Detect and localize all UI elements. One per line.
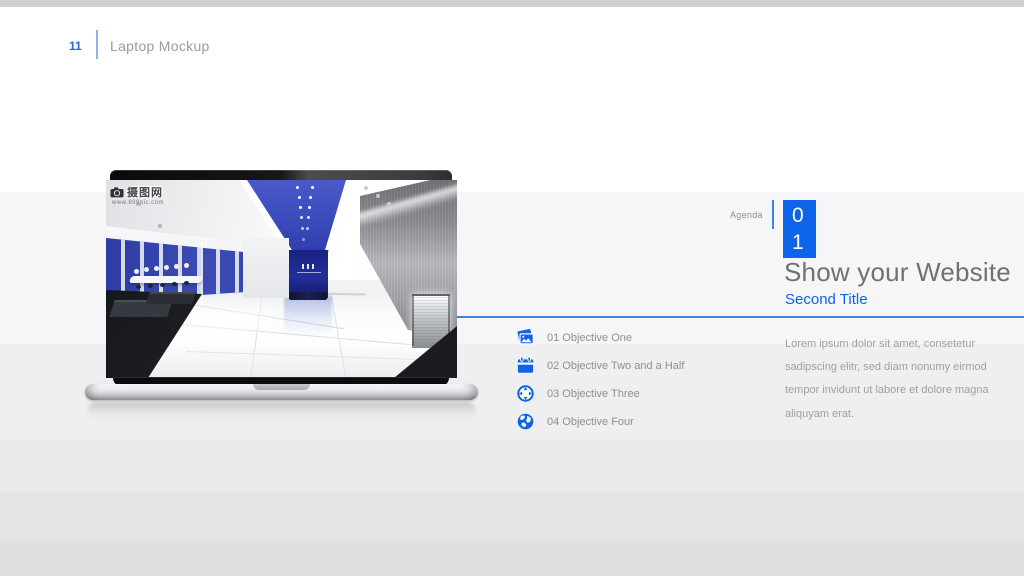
camera-icon — [110, 186, 124, 197]
objective-label: 03 Objective Three — [547, 387, 640, 400]
body-paragraph: Lorem ipsum dolor sit amet, consetetur s… — [785, 333, 989, 426]
paragraph-line: aliquyam erat. — [785, 407, 855, 420]
laptop-mockup: 摄图网 www.699pic.com — [85, 158, 478, 433]
header-divider — [96, 30, 98, 59]
globe-icon — [516, 412, 535, 431]
target-icon — [516, 384, 535, 403]
objective-item: 03 Objective Three — [516, 384, 684, 403]
objective-label: 04 Objective Four — [547, 415, 634, 428]
section-divider-line — [457, 316, 1024, 318]
slide-header-title: Laptop Mockup — [110, 38, 210, 54]
scene-conference-table — [128, 276, 204, 283]
scene-wall-logo-text — [297, 272, 321, 273]
watermark-text: 摄图网 — [127, 187, 163, 199]
calendar-icon — [516, 356, 535, 375]
objective-label: 02 Objective Two and a Half — [547, 359, 685, 372]
scene-blue-wall — [288, 250, 328, 298]
chapter-digit: 0 — [792, 204, 804, 227]
laptop-reflection — [87, 402, 476, 422]
sub-title: Second Title — [785, 291, 868, 308]
chapter-number-badge: 0 1 — [783, 200, 816, 258]
scene-column-reflection — [284, 296, 332, 338]
top-bar — [0, 0, 1024, 7]
chapter-digit: 1 — [792, 231, 804, 254]
scene-wall-logo — [302, 264, 304, 269]
paragraph-line: sadipscing elitr, sed diam nonumy eirmod — [785, 361, 987, 374]
background-stripe — [0, 542, 1024, 576]
slide: 11 Laptop Mockup Agenda 0 1 Show your We… — [0, 0, 1024, 576]
photos-icon — [516, 328, 535, 347]
background-stripe — [0, 440, 1024, 492]
agenda-divider — [772, 200, 774, 229]
page-number: 11 — [69, 39, 82, 53]
main-title: Show your Website — [784, 257, 1011, 287]
objectives-list: 01 Objective One 02 Objective Two and a … — [516, 328, 684, 440]
objective-item: 01 Objective One — [516, 328, 684, 347]
watermark-subtext: www.699pic.com — [112, 200, 165, 206]
objective-item: 04 Objective Four — [516, 412, 684, 431]
paragraph-line: tempor invidunt ut labore et dolore magn… — [785, 384, 989, 397]
scene-corridor — [243, 238, 289, 298]
objective-item: 02 Objective Two and a Half — [516, 356, 684, 375]
background-stripe — [0, 492, 1024, 542]
objective-label: 01 Objective One — [547, 331, 632, 344]
paragraph-line: Lorem ipsum dolor sit amet, consetetur — [785, 338, 976, 350]
laptop-lid-notch — [253, 384, 310, 390]
laptop-screen-photo: 摄图网 www.699pic.com — [106, 180, 457, 378]
stock-watermark: 摄图网 — [110, 184, 163, 200]
agenda-label: Agenda — [730, 210, 763, 220]
scene-glass-corner — [201, 242, 203, 306]
scene-bench — [146, 292, 196, 304]
scene-chairs-silhouette — [289, 292, 327, 300]
